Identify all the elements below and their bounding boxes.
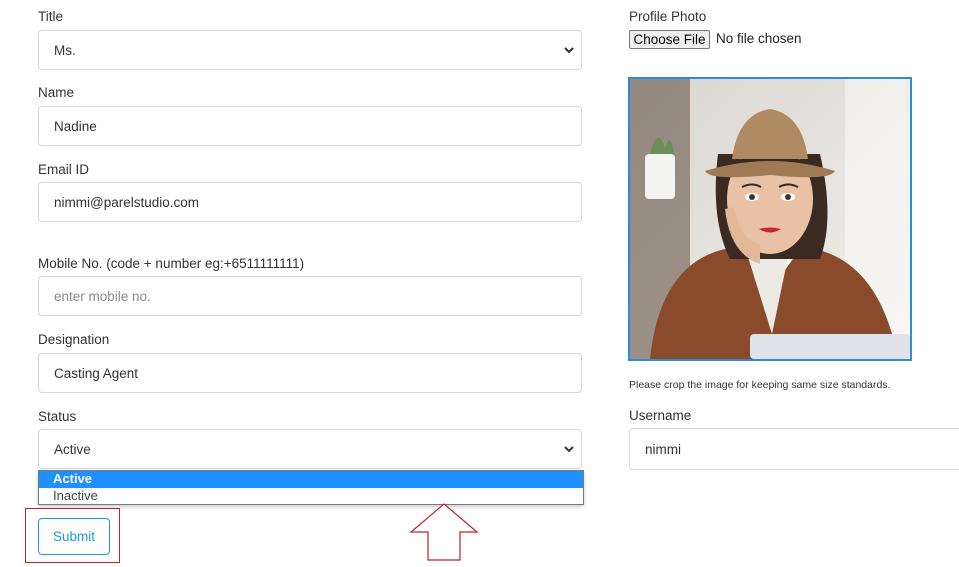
- status-select-value: Active: [54, 441, 91, 457]
- name-input[interactable]: Nadine: [38, 106, 582, 146]
- designation-input[interactable]: Casting Agent: [38, 353, 582, 393]
- title-label: Title: [38, 9, 64, 24]
- profile-photo-label: Profile Photo: [629, 9, 707, 24]
- status-dropdown-list: Active Inactive: [38, 470, 584, 505]
- status-option-active[interactable]: Active: [39, 471, 583, 488]
- chevron-down-icon: [564, 446, 574, 453]
- file-status-text: No file chosen: [716, 31, 802, 46]
- status-option-inactive[interactable]: Inactive: [39, 488, 583, 505]
- profile-photo-preview: [628, 77, 912, 361]
- crop-note-text: Please crop the image for keeping same s…: [629, 379, 891, 391]
- email-input[interactable]: nimmi@parelstudio.com: [38, 182, 582, 222]
- portrait-image: [630, 79, 910, 359]
- mobile-label: Mobile No. (code + number eg:+6511111111…: [38, 256, 305, 271]
- mobile-input[interactable]: enter mobile no.: [38, 276, 582, 316]
- choose-file-button[interactable]: Choose File: [629, 30, 710, 49]
- username-input[interactable]: nimmi: [629, 428, 959, 470]
- title-select-value: Ms.: [54, 42, 76, 58]
- submit-button[interactable]: Submit: [38, 518, 110, 555]
- title-select[interactable]: Ms.: [38, 30, 582, 70]
- designation-label: Designation: [38, 332, 110, 347]
- status-select[interactable]: Active: [38, 429, 582, 469]
- email-label: Email ID: [38, 162, 90, 177]
- chevron-down-icon: [564, 47, 574, 54]
- up-arrow-annotation-icon: [409, 503, 479, 561]
- username-label: Username: [629, 408, 692, 423]
- status-label: Status: [38, 409, 77, 424]
- name-label: Name: [38, 85, 75, 100]
